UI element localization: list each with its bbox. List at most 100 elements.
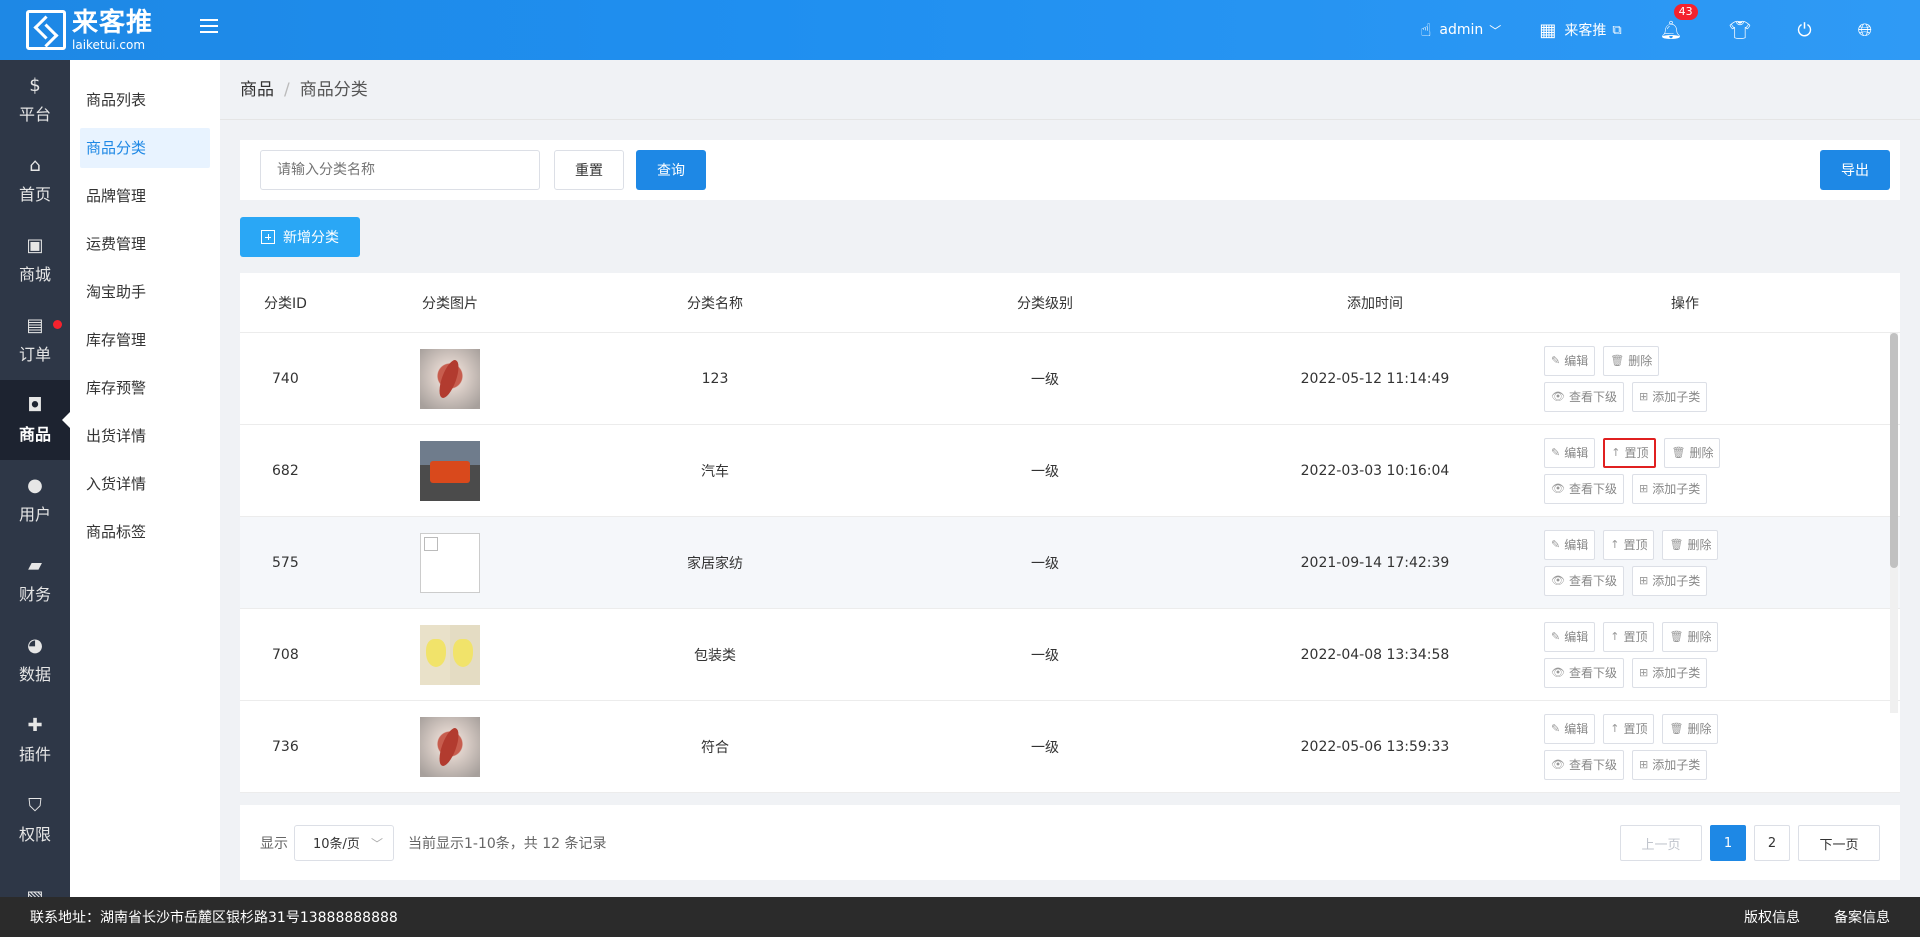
view-sub-button[interactable]: 👁︎ 查看下级 bbox=[1544, 565, 1624, 596]
trash-icon: 🗑︎ bbox=[1669, 630, 1684, 643]
user-menu[interactable]: ☝ admin ﹀ bbox=[1420, 20, 1501, 41]
category-search-input[interactable] bbox=[260, 150, 540, 190]
trash-icon: 🗑︎ bbox=[1671, 446, 1686, 459]
edit-button[interactable]: ✎ 编辑 bbox=[1544, 529, 1596, 560]
submenu-item-inbound[interactable]: 入货详情 bbox=[80, 464, 210, 504]
reset-button[interactable]: 重置 bbox=[554, 150, 624, 190]
submenu-item-goods-list[interactable]: 商品列表 bbox=[80, 80, 210, 120]
scrollbar-thumb[interactable] bbox=[1890, 333, 1898, 568]
sidebar-item-orders[interactable]: ▤ 订单 bbox=[0, 300, 70, 380]
arrow-up-icon: ↑ bbox=[1610, 630, 1620, 643]
pie-chart-icon: ◕ bbox=[27, 634, 43, 656]
add-sub-button[interactable]: ⊞ 添加子类 bbox=[1631, 657, 1708, 688]
eye-icon: 👁︎ bbox=[1551, 574, 1565, 587]
menu-toggle-icon[interactable] bbox=[200, 19, 218, 37]
eye-icon: 👁︎ bbox=[1551, 482, 1565, 495]
sidebar-item-goods[interactable]: ◘ 商品 bbox=[0, 380, 70, 460]
copyright-link[interactable]: 版权信息 bbox=[1744, 907, 1800, 927]
add-sub-button[interactable]: ⊞ 添加子类 bbox=[1631, 749, 1708, 780]
shop-link[interactable]: ▦ 来客推 ⧉ bbox=[1539, 20, 1621, 41]
plus-square-icon: ⊞ bbox=[1638, 574, 1649, 587]
edit-button[interactable]: ✎ 编辑 bbox=[1544, 345, 1596, 376]
record-link[interactable]: 备案信息 bbox=[1834, 907, 1890, 927]
view-sub-button[interactable]: 👁︎ 查看下级 bbox=[1544, 381, 1624, 412]
next-page-button[interactable]: 下一页 bbox=[1798, 825, 1880, 861]
pin-top-button[interactable]: ↑ 置顶 bbox=[1603, 713, 1655, 744]
delete-button[interactable]: 🗑︎ 删除 bbox=[1662, 621, 1719, 652]
shirt-icon: 👕︎ bbox=[1728, 19, 1752, 41]
sidebar-item-media[interactable]: ▧ bbox=[0, 860, 70, 898]
delete-button[interactable]: 🗑︎ 删除 bbox=[1662, 529, 1719, 560]
prev-page-button[interactable]: 上一页 bbox=[1620, 825, 1702, 861]
submenu-item-goods-category[interactable]: 商品分类 bbox=[80, 128, 210, 168]
sidebar-item-home[interactable]: ⌂ 首页 bbox=[0, 140, 70, 220]
category-level: 一级 bbox=[1031, 739, 1059, 756]
delete-button[interactable]: 🗑︎ 删除 bbox=[1662, 713, 1719, 744]
trash-icon: 🗑︎ bbox=[1669, 538, 1684, 551]
view-sub-button[interactable]: 👁︎ 查看下级 bbox=[1544, 749, 1624, 780]
page-1-button[interactable]: 1 bbox=[1710, 825, 1746, 861]
query-button[interactable]: 查询 bbox=[636, 150, 706, 190]
page-size-select[interactable]: 10条/页 ﹀ bbox=[294, 824, 394, 861]
submenu-item-tags[interactable]: 商品标签 bbox=[80, 512, 210, 552]
logout-button[interactable]: ⏻ bbox=[1797, 20, 1819, 41]
trash-icon: 🗑︎ bbox=[1610, 354, 1625, 367]
edit-icon: ✎ bbox=[1551, 538, 1561, 551]
category-time: 2022-04-08 13:34:58 bbox=[1300, 646, 1450, 663]
submenu-item-brand[interactable]: 品牌管理 bbox=[80, 176, 210, 216]
pin-top-button[interactable]: ↑ 置顶 bbox=[1603, 621, 1655, 652]
record-info: 当前显示1-10条，共 12 条记录 bbox=[408, 835, 607, 852]
arrow-up-icon: ↑ bbox=[1610, 538, 1620, 551]
sidebar-item-plugins[interactable]: ✚ 插件 bbox=[0, 700, 70, 780]
table-scrollbar[interactable] bbox=[1890, 333, 1898, 713]
clipboard-icon: ▤ bbox=[26, 314, 44, 336]
submenu-item-outbound[interactable]: 出货详情 bbox=[80, 416, 210, 456]
theme-button[interactable]: 👕︎ bbox=[1728, 20, 1759, 41]
logo[interactable]: 来客推 laiketui.com bbox=[26, 8, 166, 52]
edit-button[interactable]: ✎ 编辑 bbox=[1544, 621, 1596, 652]
category-image bbox=[420, 716, 480, 777]
edit-button[interactable]: ✎ 编辑 bbox=[1544, 713, 1596, 744]
edit-icon: ✎ bbox=[1551, 354, 1561, 367]
submenu-item-freight[interactable]: 运费管理 bbox=[80, 224, 210, 264]
delete-button[interactable]: 🗑︎ 删除 bbox=[1664, 437, 1721, 468]
pin-top-button[interactable]: ↑ 置顶 bbox=[1603, 437, 1657, 468]
add-sub-button[interactable]: ⊞ 添加子类 bbox=[1631, 473, 1708, 504]
wallet-icon: ▰ bbox=[28, 554, 42, 576]
edit-icon: ✎ bbox=[1551, 722, 1561, 735]
table-row: 682 汽车 一级 2022-03-03 10:16:04 ✎ 编辑 ↑ 置顶 🗑︎… bbox=[240, 425, 1900, 517]
sidebar-item-users[interactable]: ● 用户 bbox=[0, 460, 70, 540]
external-link-icon: ⧉ bbox=[1612, 22, 1622, 38]
category-id: 736 bbox=[272, 738, 299, 755]
arrow-up-icon: ↑ bbox=[1610, 722, 1620, 735]
add-category-button[interactable]: 新增分类 bbox=[240, 217, 360, 257]
view-sub-button[interactable]: 👁︎ 查看下级 bbox=[1544, 657, 1624, 688]
language-button[interactable]: 🌐︎ bbox=[1858, 20, 1880, 41]
sidebar-item-permissions[interactable]: ⛉ 权限 bbox=[0, 780, 70, 860]
add-sub-button[interactable]: ⊞ 添加子类 bbox=[1631, 565, 1708, 596]
delete-button[interactable]: 🗑︎ 删除 bbox=[1603, 345, 1660, 376]
page-2-button[interactable]: 2 bbox=[1754, 825, 1790, 861]
sidebar-item-platform[interactable]: $ 平台 bbox=[0, 60, 70, 140]
edit-button[interactable]: ✎ 编辑 bbox=[1544, 437, 1596, 468]
category-time: 2022-05-06 13:59:33 bbox=[1300, 738, 1450, 755]
sidebar-item-finance[interactable]: ▰ 财务 bbox=[0, 540, 70, 620]
table-row: 708 包装类 一级 2022-04-08 13:34:58 ✎ 编辑 ↑ 置顶 🗑… bbox=[240, 609, 1900, 701]
main-sidebar: $ 平台 ⌂ 首页 ▣ 商城 ▤ 订单 ◘ 商品 ● 用户 ▰ 财务 ◕ 数据 ✚ 插件 ⛉ 权限 … bbox=[0, 60, 70, 897]
view-sub-button[interactable]: 👁︎ 查看下级 bbox=[1544, 473, 1624, 504]
export-button[interactable]: 导出 bbox=[1820, 150, 1890, 190]
submenu-item-taobao[interactable]: 淘宝助手 bbox=[80, 272, 210, 312]
sidebar-item-mall[interactable]: ▣ 商城 bbox=[0, 220, 70, 300]
notification-button[interactable]: 🔔︎ 43 bbox=[1660, 3, 1698, 41]
pin-top-button[interactable]: ↑ 置顶 bbox=[1603, 529, 1655, 560]
breadcrumb-root[interactable]: 商品 bbox=[240, 80, 274, 100]
category-time: 2022-05-12 11:14:49 bbox=[1300, 370, 1450, 387]
submenu-item-stock-alert[interactable]: 库存预警 bbox=[80, 368, 210, 408]
sidebar-item-data[interactable]: ◕ 数据 bbox=[0, 620, 70, 700]
puzzle-icon: ✚ bbox=[27, 714, 43, 736]
add-sub-button[interactable]: ⊞ 添加子类 bbox=[1631, 381, 1708, 412]
submenu-item-inventory[interactable]: 库存管理 bbox=[80, 320, 210, 360]
arrow-up-icon: ↑ bbox=[1611, 446, 1621, 459]
top-header: 来客推 laiketui.com ☝ admin ﹀ ▦ 来客推 ⧉ 🔔︎ 43… bbox=[0, 0, 1920, 60]
category-name: 包装类 bbox=[694, 647, 736, 664]
